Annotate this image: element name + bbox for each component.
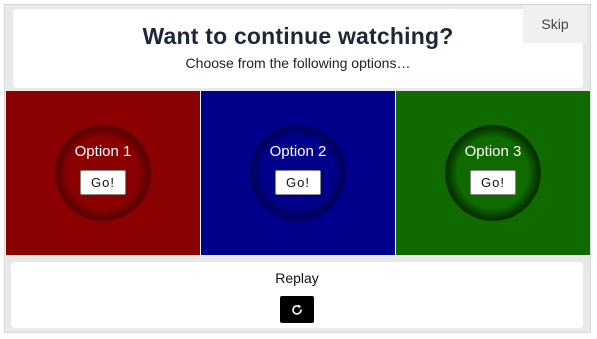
option-2-go-button[interactable]: Go! [275, 170, 321, 195]
option-1-panel[interactable]: Option 1 Go! [6, 91, 200, 255]
option-2-label: Option 2 [269, 143, 327, 160]
replay-label: Replay [275, 270, 319, 286]
option-3-panel[interactable]: Option 3 Go! [395, 91, 590, 255]
option-1-go-button[interactable]: Go! [80, 170, 126, 195]
header-panel: Want to continue watching? Choose from t… [13, 5, 587, 88]
option-2-panel[interactable]: Option 2 Go! [200, 91, 395, 255]
replay-button[interactable] [280, 296, 314, 323]
option-3-label: Option 3 [464, 143, 522, 160]
replay-icon [291, 304, 303, 316]
replay-panel: Replay [11, 262, 583, 328]
option-3-go-button[interactable]: Go! [470, 170, 516, 195]
end-screen-overlay: Want to continue watching? Choose from t… [4, 4, 591, 333]
page-title: Want to continue watching? [142, 23, 454, 49]
option-1-label: Option 1 [74, 143, 132, 160]
skip-button[interactable]: Skip [523, 5, 587, 43]
options-row: Option 1 Go! Option 2 Go! Option 3 Go! [6, 91, 590, 255]
page-subtitle: Choose from the following options… [185, 55, 411, 71]
